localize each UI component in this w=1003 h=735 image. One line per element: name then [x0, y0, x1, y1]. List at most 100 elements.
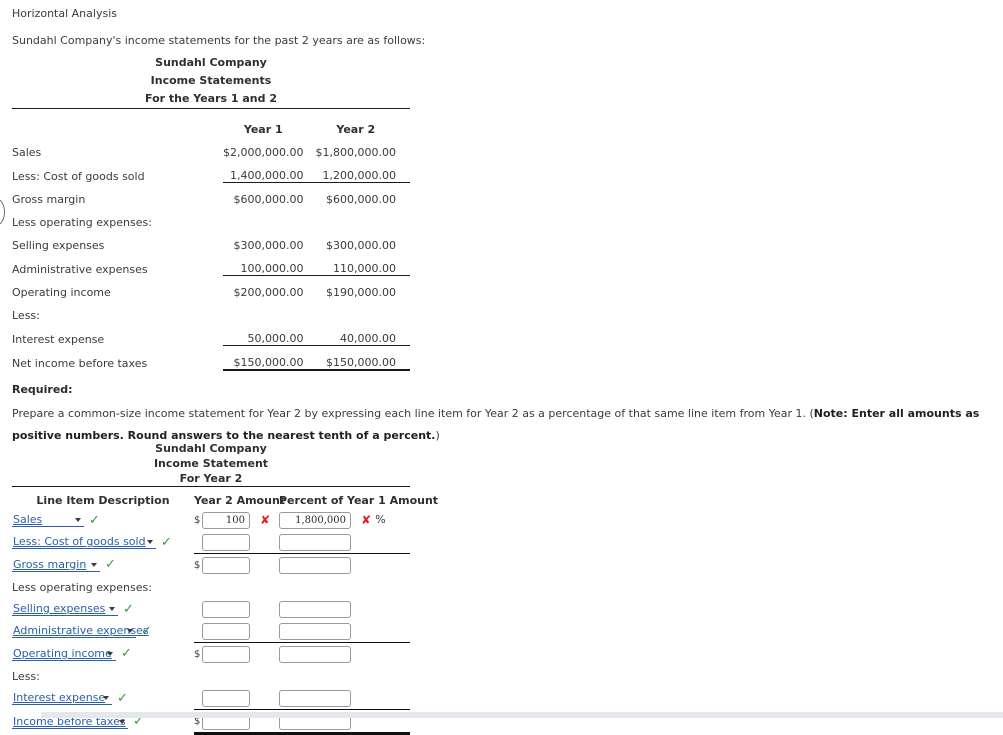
- line-item-select-2[interactable]: Gross margin: [12, 557, 100, 572]
- percent-input-4[interactable]: [279, 600, 351, 618]
- dollar-sign: $: [194, 559, 201, 571]
- statement1-heading-company: Sundahl Company: [155, 56, 267, 69]
- line-item-select-4[interactable]: Selling expenses: [12, 602, 118, 616]
- year2-amount-input-6[interactable]: [202, 645, 250, 663]
- table-row: Sales $2,000,000.00 $1,800,000.00: [12, 136, 410, 159]
- answer-row: Less:: [12, 665, 410, 687]
- cross-icon: ✘: [256, 513, 271, 527]
- table-row: Operating income $200,000.00 $190,000.00: [12, 275, 410, 299]
- row-year2-value: 1,200,000.00: [322, 169, 396, 182]
- section-label: Less operating expenses:: [12, 580, 152, 594]
- row-year2-value: $600,000.00: [315, 182, 410, 206]
- line-item-select-0[interactable]: Sales: [12, 513, 84, 527]
- year2-amount-input-2[interactable]: [202, 556, 250, 574]
- row-label: Gross margin: [12, 193, 86, 206]
- table-header-row: Year 1 Year 2: [12, 114, 410, 136]
- required-text-part1: Prepare a common-size income statement f…: [12, 407, 814, 420]
- row-label: Sales: [12, 146, 42, 159]
- check-icon: ✓: [161, 534, 172, 550]
- year2-amount-input-8[interactable]: [202, 689, 250, 707]
- year2-amount-input-5[interactable]: [202, 622, 250, 640]
- percent-input-0[interactable]: 1,800,000: [279, 511, 351, 529]
- year2-amount-cell: $: [194, 643, 279, 666]
- percent-input-6[interactable]: [279, 645, 351, 663]
- percent-input-2[interactable]: [279, 556, 351, 574]
- row-year1-value: $300,000.00: [233, 239, 304, 252]
- percent-year1-cell: 1,800,000 ✘%: [279, 509, 410, 531]
- page-title: Horizontal Analysis: [12, 7, 117, 20]
- percent-year1-cell: [279, 576, 410, 598]
- col-header-line-item: Line Item Description: [36, 493, 170, 507]
- row-year1-value: [223, 299, 315, 322]
- income-statements-table: Year 1 Year 2 Sales $2,000,000.00 $1,800,000…: [12, 108, 410, 371]
- year2-amount-cell: [194, 620, 279, 643]
- income-statements-panel: Sundahl Company Income Statements For th…: [12, 54, 410, 371]
- col-header-percent-year1: Percent of Year 1 Amount: [279, 493, 439, 507]
- line-item-select-1[interactable]: Less: Cost of goods sold: [12, 535, 156, 550]
- line-item-cell: Selling expenses ✓: [12, 598, 194, 620]
- year2-amount-cell: [194, 687, 279, 710]
- check-icon: ✓: [121, 646, 132, 662]
- percent-year1-cell: [279, 598, 410, 620]
- percent-symbol: %: [375, 513, 386, 526]
- row-year1-value: $2,000,000.00: [223, 146, 304, 159]
- year2-amount-cell: $100 ✘: [194, 509, 279, 531]
- percent-input-5[interactable]: [279, 622, 351, 640]
- cross-icon: ✘: [357, 513, 372, 527]
- answer-row: Interest expense ✓: [12, 687, 410, 710]
- edge-artifact-arc: [0, 198, 5, 226]
- answer-row: Less operating expenses:: [12, 576, 410, 598]
- answer-row: Gross margin ✓ $: [12, 554, 410, 577]
- answer-form-panel: Sundahl Company Income Statement For Yea…: [12, 441, 439, 735]
- row-label: Administrative expenses: [12, 262, 148, 276]
- percent-year1-cell: [279, 665, 410, 687]
- dollar-sign: $: [194, 648, 201, 660]
- year2-amount-input-4[interactable]: [202, 600, 250, 618]
- row-year2-value: $300,000.00: [326, 239, 396, 252]
- statement2-heading-company: Sundahl Company: [155, 442, 267, 455]
- line-item-cell: Operating income ✓: [12, 643, 194, 666]
- section-label: Less:: [12, 669, 40, 683]
- year2-amount-cell: [194, 665, 279, 687]
- statement2-heading-period: For Year 2: [179, 472, 243, 485]
- intro-subtitle: Sundahl Company's income statements for …: [12, 34, 426, 47]
- required-text-part2: ): [435, 429, 440, 442]
- year2-amount-cell: $: [194, 554, 279, 577]
- row-year1-value: 1,400,000.00: [230, 169, 304, 182]
- table-row: Administrative expenses 100,000.00 110,000…: [12, 252, 410, 276]
- dollar-sign: $: [194, 514, 201, 526]
- statement1-heading-title: Income Statements: [150, 74, 272, 87]
- line-item-cell: Sales ✓: [12, 509, 194, 531]
- percent-year1-cell: [279, 643, 410, 666]
- table-row: Net income before taxes $150,000.00 $150,0…: [12, 345, 410, 371]
- year2-amount-cell: [194, 531, 279, 554]
- col-header-year2-amount: Year 2 Amount: [194, 493, 286, 507]
- table-row: Gross margin $600,000.00 $600,000.00: [12, 182, 410, 206]
- check-icon: ✓: [105, 557, 116, 573]
- percent-input-8[interactable]: [279, 689, 351, 707]
- common-size-answer-table: Line Item Description Year 2 Amount Perc…: [12, 486, 439, 735]
- percent-year1-cell: [279, 687, 410, 710]
- line-item-select-5[interactable]: Administrative expenses: [12, 624, 149, 639]
- bottom-bar: [41, 712, 1003, 718]
- row-year1-value: $600,000.00: [223, 182, 316, 206]
- line-item-cell: Interest expense ✓: [12, 687, 194, 710]
- answer-row: Operating income ✓ $: [12, 643, 410, 666]
- row-year2-value: $190,000.00: [315, 275, 410, 299]
- row-year2-value: 40,000.00: [340, 332, 396, 345]
- row-year1-value: 100,000.00: [240, 262, 304, 275]
- row-year2-value: [316, 206, 410, 229]
- table-row: Less: Cost of goods sold 1,400,000.00 1,20…: [12, 159, 410, 183]
- row-year2-value: 110,000.00: [333, 262, 396, 275]
- year2-amount-input-0[interactable]: 100: [202, 511, 250, 529]
- answer-row: Administrative expenses✓: [12, 620, 410, 643]
- percent-input-1[interactable]: [279, 533, 351, 551]
- row-label: Less:: [12, 309, 40, 322]
- row-year2-value: $150,000.00: [315, 345, 410, 371]
- line-item-select-6[interactable]: Operating income: [12, 646, 116, 661]
- column-header-year2: Year 2: [336, 123, 376, 136]
- line-item-select-8[interactable]: Interest expense: [12, 691, 112, 706]
- year2-amount-input-1[interactable]: [202, 533, 250, 551]
- form-header-row: Line Item Description Year 2 Amount Perc…: [12, 491, 439, 509]
- table-row: Interest expense 50,000.00 40,000.00: [12, 322, 410, 346]
